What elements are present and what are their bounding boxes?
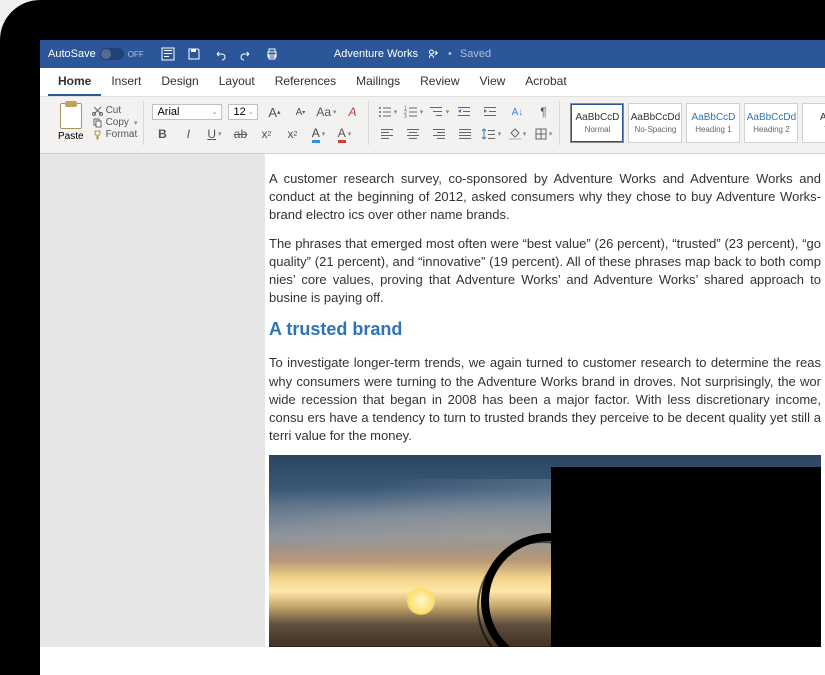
decrease-indent-icon[interactable] [455, 102, 475, 122]
save-icon[interactable] [186, 46, 202, 62]
clipboard-group: Paste Cut Copy▾ Format [48, 101, 144, 145]
justify-icon[interactable] [455, 124, 475, 144]
bold-button[interactable]: B [152, 124, 172, 144]
paste-label: Paste [58, 131, 84, 142]
share-icon[interactable] [426, 47, 440, 61]
inline-image-cyclist-sunset[interactable] [269, 455, 821, 647]
document-area: A customer research survey, co-sponsored… [40, 154, 825, 647]
autosave-label: AutoSave [48, 48, 96, 60]
style-preview: AaBbCcD [692, 112, 736, 123]
paragraph[interactable]: To investigate longer-term trends, we ag… [265, 354, 825, 445]
title-bar: AutoSave OFF Adventure Works • Saved [40, 40, 825, 68]
styles-group: AaBbCcD Normal AaBbCcDd No-Spacing AaBbCcD He… [562, 101, 825, 145]
style-preview: AaBbCcDd [747, 112, 796, 123]
borders-icon[interactable]: ▾ [533, 124, 553, 144]
style-preview: AaB [820, 112, 825, 123]
document-page[interactable]: A customer research survey, co-sponsored… [265, 154, 825, 647]
subscript-button[interactable]: x2 [256, 124, 276, 144]
bullets-icon[interactable]: ▾ [377, 102, 397, 122]
paste-button[interactable]: Paste [54, 101, 88, 144]
document-title: Adventure Works • Saved [334, 47, 491, 61]
undo-icon[interactable] [212, 46, 228, 62]
sort-icon[interactable]: A↓ [507, 102, 527, 122]
increase-font-icon[interactable]: A▴ [264, 102, 284, 122]
font-color-button[interactable]: A▾ [334, 124, 354, 144]
svg-text:3: 3 [404, 114, 407, 118]
paragraph-group: ▾ 123▾ ▾ A↓ ¶ ▾ ▾ ▾ [371, 101, 560, 145]
align-right-icon[interactable] [429, 124, 449, 144]
style-label: Heading 1 [695, 125, 731, 134]
tab-review[interactable]: Review [410, 68, 469, 96]
tab-layout[interactable]: Layout [209, 68, 265, 96]
italic-button[interactable]: I [178, 124, 198, 144]
line-spacing-icon[interactable]: ▾ [481, 124, 501, 144]
ribbon-tabs: Home Insert Design Layout References Mai… [40, 68, 825, 97]
format-painter-button[interactable]: Format [92, 129, 138, 140]
increase-indent-icon[interactable] [481, 102, 501, 122]
quick-access-toolbar [160, 46, 280, 62]
numbering-icon[interactable]: 123▾ [403, 102, 423, 122]
paragraph[interactable]: The phrases that emerged most often were… [265, 235, 825, 308]
tab-mailings[interactable]: Mailings [346, 68, 410, 96]
tab-insert[interactable]: Insert [101, 68, 151, 96]
style-heading-1[interactable]: AaBbCcD Heading 1 [686, 103, 740, 143]
style-label: No-Spacing [635, 125, 677, 134]
autosave-toggle[interactable]: AutoSave OFF [48, 48, 144, 60]
style-label: Heading 2 [753, 125, 789, 134]
style-heading-2[interactable]: AaBbCcDd Heading 2 [744, 103, 798, 143]
print-icon[interactable] [264, 46, 280, 62]
doc-name: Adventure Works [334, 48, 418, 60]
style-preview: AaBbCcD [576, 112, 620, 123]
tab-design[interactable]: Design [151, 68, 208, 96]
highlight-button[interactable]: A▾ [308, 124, 328, 144]
font-name-select[interactable]: Arial⌄ [152, 104, 222, 120]
style-no-spacing[interactable]: AaBbCcDd No-Spacing [628, 103, 682, 143]
strikethrough-button[interactable]: ab [230, 124, 250, 144]
page-margin [40, 154, 265, 647]
style-normal[interactable]: AaBbCcD Normal [570, 103, 624, 143]
style-titl[interactable]: AaBTitl [802, 103, 825, 143]
paste-icon [60, 103, 82, 129]
save-status: Saved [460, 48, 491, 60]
copy-button[interactable]: Copy▾ [92, 117, 138, 128]
show-marks-icon[interactable]: ¶ [533, 102, 553, 122]
heading-2[interactable]: A trusted brand [269, 319, 825, 340]
font-size-select[interactable]: 12⌄ [228, 104, 258, 120]
font-group: Arial⌄ 12⌄ A▴ A▾ Aa▾ A B I U▾ ab x2 x2 A… [146, 101, 369, 145]
underline-button[interactable]: U▾ [204, 124, 224, 144]
paragraph[interactable]: A customer research survey, co-sponsored… [265, 170, 825, 225]
style-preview: AaBbCcDd [631, 112, 680, 123]
shading-icon[interactable]: ▾ [507, 124, 527, 144]
redo-icon[interactable] [238, 46, 254, 62]
toggle-switch[interactable] [100, 48, 124, 60]
clear-formatting-icon[interactable]: A [342, 102, 362, 122]
autosave-state: OFF [128, 50, 144, 59]
style-label: Normal [585, 125, 611, 134]
multilevel-list-icon[interactable]: ▾ [429, 102, 449, 122]
tab-view[interactable]: View [470, 68, 516, 96]
word-icon[interactable] [160, 46, 176, 62]
change-case-icon[interactable]: Aa▾ [316, 102, 336, 122]
align-left-icon[interactable] [377, 124, 397, 144]
decrease-font-icon[interactable]: A▾ [290, 102, 310, 122]
ribbon: Paste Cut Copy▾ Format Arial⌄ 12⌄ A▴ A▾ … [40, 97, 825, 154]
tab-acrobat[interactable]: Acrobat [515, 68, 576, 96]
tab-references[interactable]: References [265, 68, 346, 96]
align-center-icon[interactable] [403, 124, 423, 144]
tab-home[interactable]: Home [48, 68, 101, 96]
cut-button[interactable]: Cut [92, 105, 138, 116]
superscript-button[interactable]: x2 [282, 124, 302, 144]
